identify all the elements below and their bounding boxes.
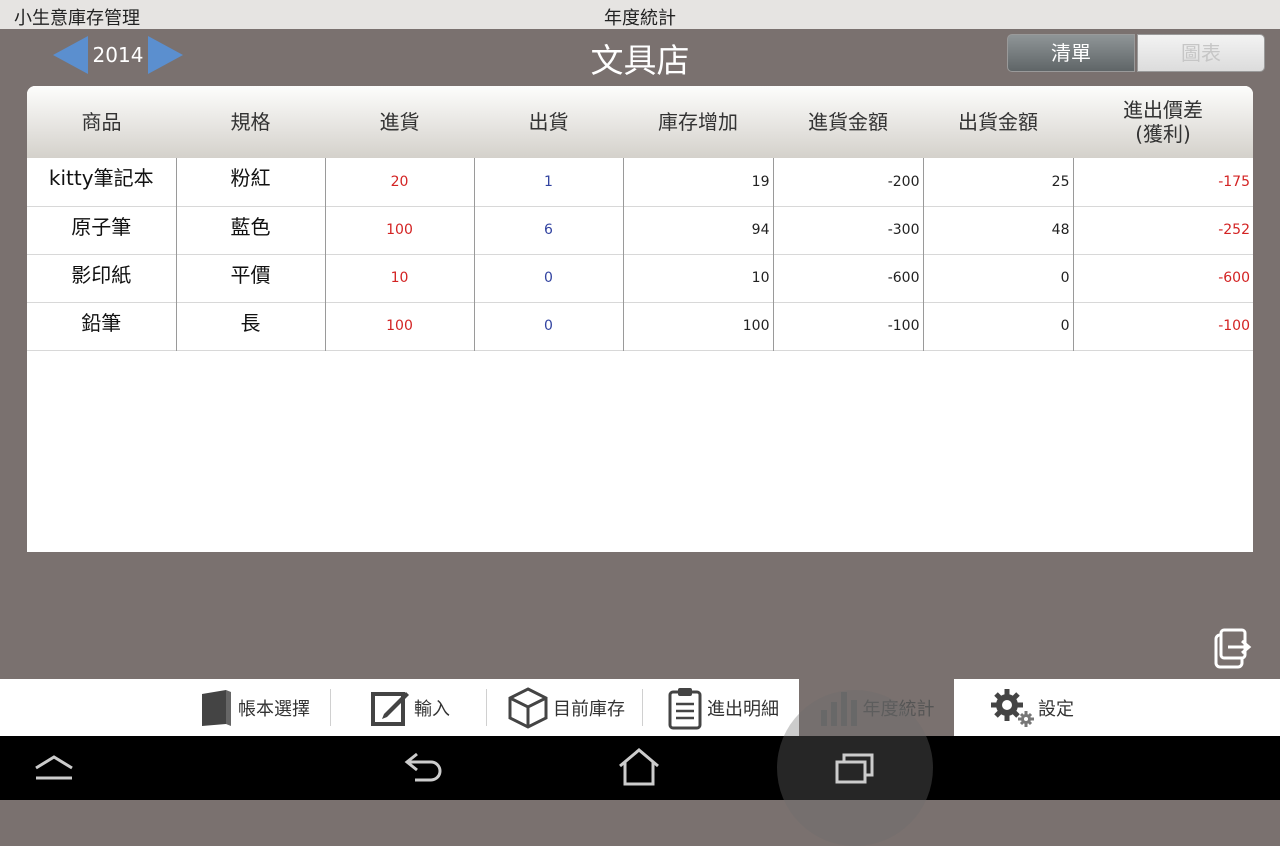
stock-increase-cell: 100 xyxy=(622,302,773,350)
nav-label: 設定 xyxy=(1038,698,1074,720)
in-amount-cell: -100 xyxy=(772,302,923,350)
list-view-button[interactable]: 清單 xyxy=(1007,34,1135,72)
nav-divider xyxy=(486,689,487,726)
profit-cell: -600 xyxy=(1072,254,1253,302)
export-icon[interactable] xyxy=(1212,627,1254,671)
in-amount-cell: -300 xyxy=(772,206,923,254)
item-cell: 原子筆 xyxy=(71,214,132,239)
column-header: 規格 xyxy=(230,110,271,134)
book-icon xyxy=(202,689,231,726)
stock-increase-cell: 19 xyxy=(622,158,773,206)
gear-icon xyxy=(991,688,1034,727)
column-header: 出貨 xyxy=(528,110,569,134)
nav-label: 進出明細 xyxy=(707,698,779,720)
nav-divider xyxy=(330,689,331,726)
in-cell: 10 xyxy=(324,254,474,302)
out-amount-cell: 0 xyxy=(922,302,1073,350)
table-header: 商品 規格 進貨 出貨 庫存增加 進貨金額 出貨金額 進出價差 (獲利) xyxy=(27,86,1253,158)
in-amount-cell: -200 xyxy=(772,158,923,206)
column-header: 進出價差 (獲利) xyxy=(1073,86,1253,158)
out-cell: 6 xyxy=(473,206,623,254)
out-cell: 0 xyxy=(473,302,623,350)
out-amount-cell: 25 xyxy=(922,158,1073,206)
item-cell: 鉛筆 xyxy=(81,310,122,335)
column-header-line2: (獲利) xyxy=(1135,122,1191,146)
spec-cell: 粉紅 xyxy=(175,158,325,206)
spec-cell: 長 xyxy=(175,302,325,350)
out-cell: 0 xyxy=(473,254,623,302)
clipboard-icon xyxy=(668,687,702,729)
stock-increase-cell: 10 xyxy=(622,254,773,302)
profit-cell: -100 xyxy=(1072,302,1253,350)
item-cell: kitty筆記本 xyxy=(48,166,154,190)
back-icon[interactable] xyxy=(403,748,447,792)
nav-label: 帳本選擇 xyxy=(238,698,310,720)
spec-cell: 平價 xyxy=(175,254,325,302)
nav-input[interactable]: 輸入 xyxy=(370,679,450,736)
title-bar: 小生意庫存管理 年度統計 xyxy=(0,0,1280,29)
in-amount-cell: -600 xyxy=(772,254,923,302)
column-header: 進貨 xyxy=(379,110,420,134)
out-cell: 1 xyxy=(473,158,623,206)
profit-cell: -175 xyxy=(1072,158,1253,206)
nav-label: 目前庫存 xyxy=(553,698,625,720)
column-header: 進貨金額 xyxy=(808,110,888,134)
nav-settings[interactable]: 設定 xyxy=(990,679,1074,736)
nav-ledger-select[interactable]: 帳本選擇 xyxy=(198,679,310,736)
chart-view-button[interactable]: 圖表 xyxy=(1137,34,1265,72)
column-header-line1: 進出價差 xyxy=(1123,98,1203,122)
in-cell: 100 xyxy=(324,206,474,254)
out-amount-cell: 48 xyxy=(922,206,1073,254)
stock-increase-cell: 94 xyxy=(622,206,773,254)
page-title: 年度統計 xyxy=(604,8,676,29)
nav-transaction-details[interactable]: 進出明細 xyxy=(667,679,779,736)
recent-apps-icon[interactable] xyxy=(834,750,876,790)
nav-label: 輸入 xyxy=(414,698,450,720)
out-amount-cell: 0 xyxy=(922,254,1073,302)
spec-cell: 藍色 xyxy=(175,206,325,254)
table-row[interactable]: 影印紙 平價 10 0 10 -600 0 -600 xyxy=(27,254,1253,302)
home-icon[interactable] xyxy=(617,746,661,792)
profit-cell: -252 xyxy=(1072,206,1253,254)
column-header: 出貨金額 xyxy=(958,110,1038,134)
stats-table-panel: 商品 規格 進貨 出貨 庫存增加 進貨金額 出貨金額 進出價差 (獲利) kitt… xyxy=(27,86,1253,552)
bottom-nav: 帳本選擇 輸入 目前庫存 進出明細 年度統計 設定 xyxy=(0,679,1280,736)
in-cell: 100 xyxy=(324,302,474,350)
table-row[interactable]: kitty筆記本 粉紅 20 1 19 -200 25 -175 xyxy=(27,158,1253,206)
table-row[interactable]: 鉛筆 長 100 0 100 -100 0 -100 xyxy=(27,302,1253,350)
box-icon xyxy=(508,686,548,729)
stats-table: 商品 規格 進貨 出貨 庫存增加 進貨金額 出貨金額 進出價差 (獲利) kitt… xyxy=(27,86,1253,351)
edit-icon xyxy=(371,691,409,726)
item-cell: 影印紙 xyxy=(71,262,132,287)
menu-up-icon[interactable] xyxy=(33,754,75,786)
in-cell: 20 xyxy=(324,158,474,206)
nav-divider xyxy=(642,689,643,726)
column-header: 商品 xyxy=(81,110,122,134)
column-header: 庫存增加 xyxy=(658,110,738,134)
nav-current-stock[interactable]: 目前庫存 xyxy=(507,679,625,736)
table-row[interactable]: 原子筆 藍色 100 6 94 -300 48 -252 xyxy=(27,206,1253,254)
